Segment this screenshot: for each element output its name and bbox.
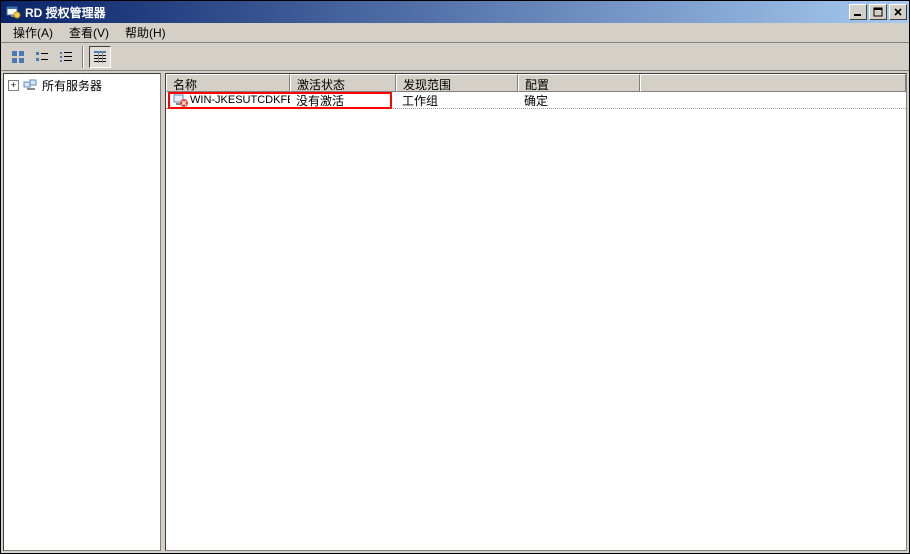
column-headers: 名称 激活状态 发现范围 配置 bbox=[166, 74, 906, 92]
menu-bar: 操作(A) 查看(V) 帮助(H) bbox=[1, 23, 909, 43]
servers-icon bbox=[23, 77, 39, 93]
content-area: + 所有服务器 名称 激活状态 发现范围 配置 bbox=[1, 71, 909, 553]
window-title: RD 授权管理器 bbox=[25, 4, 847, 21]
menu-action[interactable]: 操作(A) bbox=[5, 22, 61, 43]
tree-view[interactable]: + 所有服务器 bbox=[3, 73, 161, 551]
toolbar-details[interactable] bbox=[89, 46, 111, 68]
toolbar-large-icons[interactable] bbox=[7, 46, 29, 68]
close-button[interactable] bbox=[889, 4, 907, 20]
col-head-fill bbox=[640, 74, 906, 92]
list-row[interactable]: WIN-JKESUTCDKFE 没有激活 工作组 确定 bbox=[166, 92, 906, 109]
title-bar: RD 授权管理器 bbox=[1, 1, 909, 23]
cell-config: 确定 bbox=[518, 92, 640, 109]
cell-activation: 没有激活 bbox=[290, 92, 396, 109]
list-body: WIN-JKESUTCDKFE 没有激活 工作组 确定 bbox=[166, 92, 906, 550]
minimize-button[interactable] bbox=[849, 4, 867, 20]
maximize-button[interactable] bbox=[869, 4, 887, 20]
app-icon bbox=[5, 4, 21, 20]
menu-help[interactable]: 帮助(H) bbox=[117, 22, 174, 43]
toolbar-separator bbox=[82, 46, 84, 68]
cell-name-text: WIN-JKESUTCDKFE bbox=[190, 94, 290, 106]
cell-scope: 工作组 bbox=[396, 92, 518, 109]
app-window: RD 授权管理器 操作(A) 查看(V) 帮助(H) bbox=[0, 0, 910, 554]
toolbar bbox=[1, 43, 909, 71]
window-controls bbox=[847, 4, 909, 20]
col-head-config[interactable]: 配置 bbox=[518, 74, 640, 92]
cell-name: WIN-JKESUTCDKFE bbox=[166, 93, 290, 107]
tree-node-label: 所有服务器 bbox=[42, 77, 102, 94]
toolbar-list[interactable] bbox=[55, 46, 77, 68]
toolbar-small-icons[interactable] bbox=[31, 46, 53, 68]
tree-node-all-servers[interactable]: + 所有服务器 bbox=[6, 76, 158, 94]
col-head-name[interactable]: 名称 bbox=[166, 74, 290, 92]
menu-view[interactable]: 查看(V) bbox=[61, 22, 117, 43]
tree-expand-icon[interactable]: + bbox=[8, 80, 19, 91]
col-head-activation[interactable]: 激活状态 bbox=[290, 74, 396, 92]
col-head-scope[interactable]: 发现范围 bbox=[396, 74, 518, 92]
server-error-icon bbox=[172, 93, 188, 107]
list-view[interactable]: 名称 激活状态 发现范围 配置 bbox=[165, 73, 907, 551]
